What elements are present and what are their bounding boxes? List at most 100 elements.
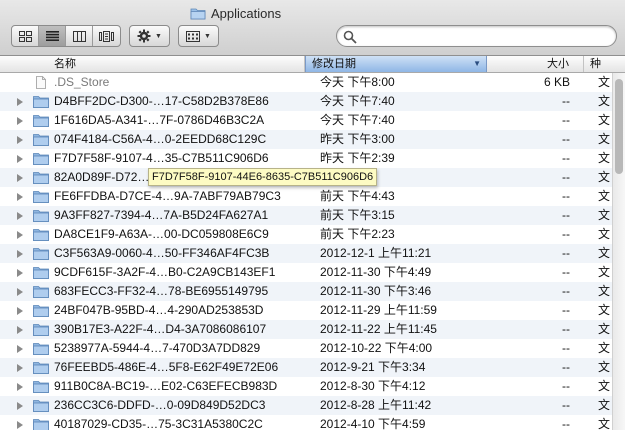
row-date-modified: 2012-8-30 下午4:12 (320, 379, 426, 393)
folder-row[interactable]: 390B17E3-A22F-4…D4-3A7086086107 2012-11-2… (0, 320, 612, 339)
folder-row[interactable]: F7D7F58F-9107-4…35-C7B511C906D6 昨天 下午2:39… (0, 149, 612, 168)
row-size: -- (562, 284, 570, 298)
column-header-kind[interactable]: 种 (584, 56, 625, 72)
row-size: -- (562, 94, 570, 108)
column-header-name[interactable]: 名称 (0, 56, 305, 72)
row-size: -- (562, 113, 570, 127)
folder-row[interactable]: 24BF047B-95BD-4…4-290AD253853D 2012-11-29… (0, 301, 612, 320)
row-name: D4BFF2DC-D300-…17-C58D2B378E86 (54, 94, 269, 108)
row-kind: 文 (598, 284, 611, 298)
folder-row[interactable]: 40187029-CD35-…75-3C31A5380C2C 2012-4-10 … (0, 415, 612, 430)
row-kind: 文 (598, 94, 611, 108)
file-row[interactable]: .DS_Store 今天 下午8:00 6 KB 文 (0, 73, 612, 92)
folder-row[interactable]: D4BFF2DC-D300-…17-C58D2B378E86 今天 下午7:40 -… (0, 92, 612, 111)
row-kind: 文 (598, 189, 611, 203)
vertical-scrollbar[interactable] (612, 73, 625, 430)
row-kind: 文 (598, 398, 611, 412)
row-size: -- (562, 265, 570, 279)
row-size: -- (562, 360, 570, 374)
disclosure-triangle-icon[interactable] (17, 231, 23, 239)
row-kind: 文 (598, 170, 611, 184)
disclosure-triangle-icon[interactable] (17, 383, 23, 391)
row-name: 5238977A-5944-4…7-470D3A7DD829 (54, 341, 261, 355)
row-name: C3F563A9-0060-4…50-FF346AF4FC3B (54, 246, 270, 260)
scrollbar-thumb[interactable] (615, 79, 623, 174)
column-view-icon (72, 30, 86, 42)
icon-view-button[interactable] (12, 26, 39, 46)
row-kind: 文 (598, 227, 611, 241)
row-size: -- (562, 132, 570, 146)
folder-row[interactable]: 5238977A-5944-4…7-470D3A7DD829 2012-10-22… (0, 339, 612, 358)
folder-icon (190, 8, 206, 19)
row-date-modified: 2012-11-30 下午3:46 (320, 284, 432, 298)
folder-icon (33, 361, 49, 374)
disclosure-triangle-icon[interactable] (17, 117, 23, 125)
column-header-size[interactable]: 大小 (487, 56, 584, 72)
row-kind: 文 (598, 208, 611, 222)
column-header-date-modified[interactable]: 修改日期 ▼ (305, 56, 487, 72)
folder-row[interactable]: 1F616DA5-A341-…7F-0786D46B3C2A 今天 下午7:40 -… (0, 111, 612, 130)
disclosure-triangle-icon[interactable] (17, 364, 23, 372)
disclosure-triangle-icon[interactable] (17, 288, 23, 296)
row-date-modified: 今天 下午7:40 (320, 94, 395, 108)
folder-row[interactable]: 236CC3C6-DDFD-…0-09D849D52DC3 2012-8-28 上… (0, 396, 612, 415)
disclosure-triangle-icon[interactable] (17, 307, 23, 315)
row-date-modified: 2012-10-22 下午4:00 (320, 341, 433, 355)
row-kind: 文 (598, 75, 611, 89)
folder-row[interactable]: 76FEEBD5-486E-4…5F8-E62F49E72E06 2012-9-2… (0, 358, 612, 377)
row-name: 683FECC3-FF32-4…78-BE6955149795 (54, 284, 269, 298)
folder-icon (33, 323, 49, 336)
folder-icon (33, 304, 49, 317)
folder-icon (33, 114, 49, 127)
folder-row[interactable]: DA8CE1F9-A63A-…00-DC059808E6C9 前天 下午2:23 -… (0, 225, 612, 244)
disclosure-triangle-icon[interactable] (17, 174, 23, 182)
view-mode-segmented-control (11, 25, 121, 47)
folder-icon (33, 418, 49, 430)
search-input[interactable] (361, 28, 611, 44)
row-size: -- (562, 227, 570, 241)
folder-row[interactable]: FE6FFDBA-D7CE-4…9A-7ABF79AB79C3 前天 下午4:43… (0, 187, 612, 206)
disclosure-triangle-icon[interactable] (17, 155, 23, 163)
folder-row[interactable]: 074F4184-C56A-4…0-2EEDD68C129C 昨天 下午3:00 -… (0, 130, 612, 149)
sort-descending-icon: ▼ (473, 59, 481, 68)
row-date-modified: 2012-11-29 上午11:59 (320, 303, 437, 317)
disclosure-triangle-icon[interactable] (17, 269, 23, 277)
disclosure-triangle-icon[interactable] (17, 326, 23, 334)
folder-icon (33, 133, 49, 146)
folder-icon (33, 266, 49, 279)
row-name: 236CC3C6-DDFD-…0-09D849D52DC3 (54, 398, 266, 412)
row-name: 9A3FF827-7394-4…7A-B5D24FA627A1 (54, 208, 269, 222)
search-field[interactable] (336, 25, 617, 47)
folder-row[interactable]: C3F563A9-0060-4…50-FF346AF4FC3B 2012-12-1… (0, 244, 612, 263)
row-name: 074F4184-C56A-4…0-2EEDD68C129C (54, 132, 267, 146)
disclosure-triangle-icon[interactable] (17, 345, 23, 353)
folder-row[interactable]: 9CDF615F-3A2F-4…B0-C2A9CB143EF1 2012-11-3… (0, 263, 612, 282)
row-name: 911B0C8A-BC19-…E02-C63EFECB983D (54, 379, 278, 393)
row-size: -- (562, 379, 570, 393)
window-title-text: Applications (211, 5, 282, 21)
folder-row[interactable]: 911B0C8A-BC19-…E02-C63EFECB983D 2012-8-30… (0, 377, 612, 396)
disclosure-triangle-icon[interactable] (17, 136, 23, 144)
action-menu-button[interactable]: ▼ (129, 25, 170, 47)
row-date-modified: 今天 下午8:00 (320, 75, 395, 89)
coverflow-view-button[interactable] (93, 26, 120, 46)
disclosure-triangle-icon[interactable] (17, 212, 23, 220)
arrange-menu-button[interactable]: ▼ (177, 25, 219, 47)
disclosure-triangle-icon[interactable] (17, 421, 23, 429)
disclosure-triangle-icon[interactable] (17, 250, 23, 258)
list-view-button[interactable] (39, 26, 66, 46)
disclosure-triangle-icon[interactable] (17, 193, 23, 201)
row-date-modified: 2012-11-30 下午4:49 (320, 265, 432, 279)
row-kind: 文 (598, 265, 611, 279)
row-date-modified: 昨天 下午3:00 (320, 132, 395, 146)
disclosure-triangle-icon[interactable] (17, 98, 23, 106)
folder-row[interactable]: 9A3FF827-7394-4…7A-B5D24FA627A1 前天 下午3:15… (0, 206, 612, 225)
disclosure-triangle-icon[interactable] (17, 402, 23, 410)
chevron-down-icon: ▼ (155, 32, 162, 40)
column-view-button[interactable] (66, 26, 93, 46)
arrange-grid-icon (185, 30, 200, 42)
row-size: -- (562, 208, 570, 222)
row-kind: 文 (598, 303, 611, 317)
row-size: -- (562, 417, 570, 430)
folder-row[interactable]: 683FECC3-FF32-4…78-BE6955149795 2012-11-3… (0, 282, 612, 301)
